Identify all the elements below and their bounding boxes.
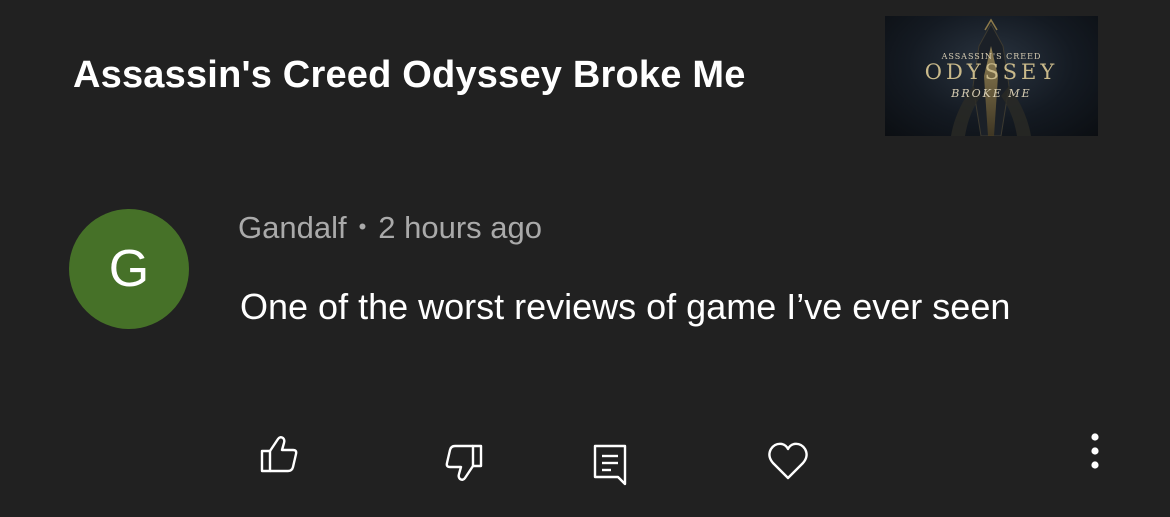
- thumbnail-text-line2: ODYSSEY: [924, 60, 1059, 84]
- avatar[interactable]: G: [69, 209, 189, 329]
- comment-time: 2 hours ago: [378, 210, 543, 245]
- video-thumbnail[interactable]: ASSASSIN'S CREED ODYSSEY BROKE ME: [885, 16, 1098, 136]
- comment-text: One of the worst reviews of game I’ve ev…: [240, 286, 1011, 327]
- dislike-button[interactable]: [441, 441, 487, 487]
- thumbnail-text-line3: BROKE ME: [951, 87, 1032, 100]
- more-vertical-icon: [1091, 433, 1099, 469]
- more-options-button[interactable]: [1072, 428, 1118, 474]
- comment-meta: Gandalf • 2 hours ago: [238, 210, 542, 246]
- thumbs-down-icon: [445, 444, 483, 481]
- comment-icon: [593, 444, 627, 486]
- meta-separator: •: [358, 213, 367, 239]
- reply-button[interactable]: [587, 441, 633, 487]
- video-title[interactable]: Assassin's Creed Odyssey Broke Me: [73, 54, 746, 97]
- comment-screen: Assassin's Creed Odyssey Broke Me ASSASS…: [0, 0, 1170, 517]
- heart-button[interactable]: [765, 438, 811, 484]
- thumbs-up-icon: [260, 436, 298, 473]
- heart-icon: [768, 442, 808, 480]
- comment-author[interactable]: Gandalf: [238, 210, 347, 245]
- like-button[interactable]: [256, 431, 302, 477]
